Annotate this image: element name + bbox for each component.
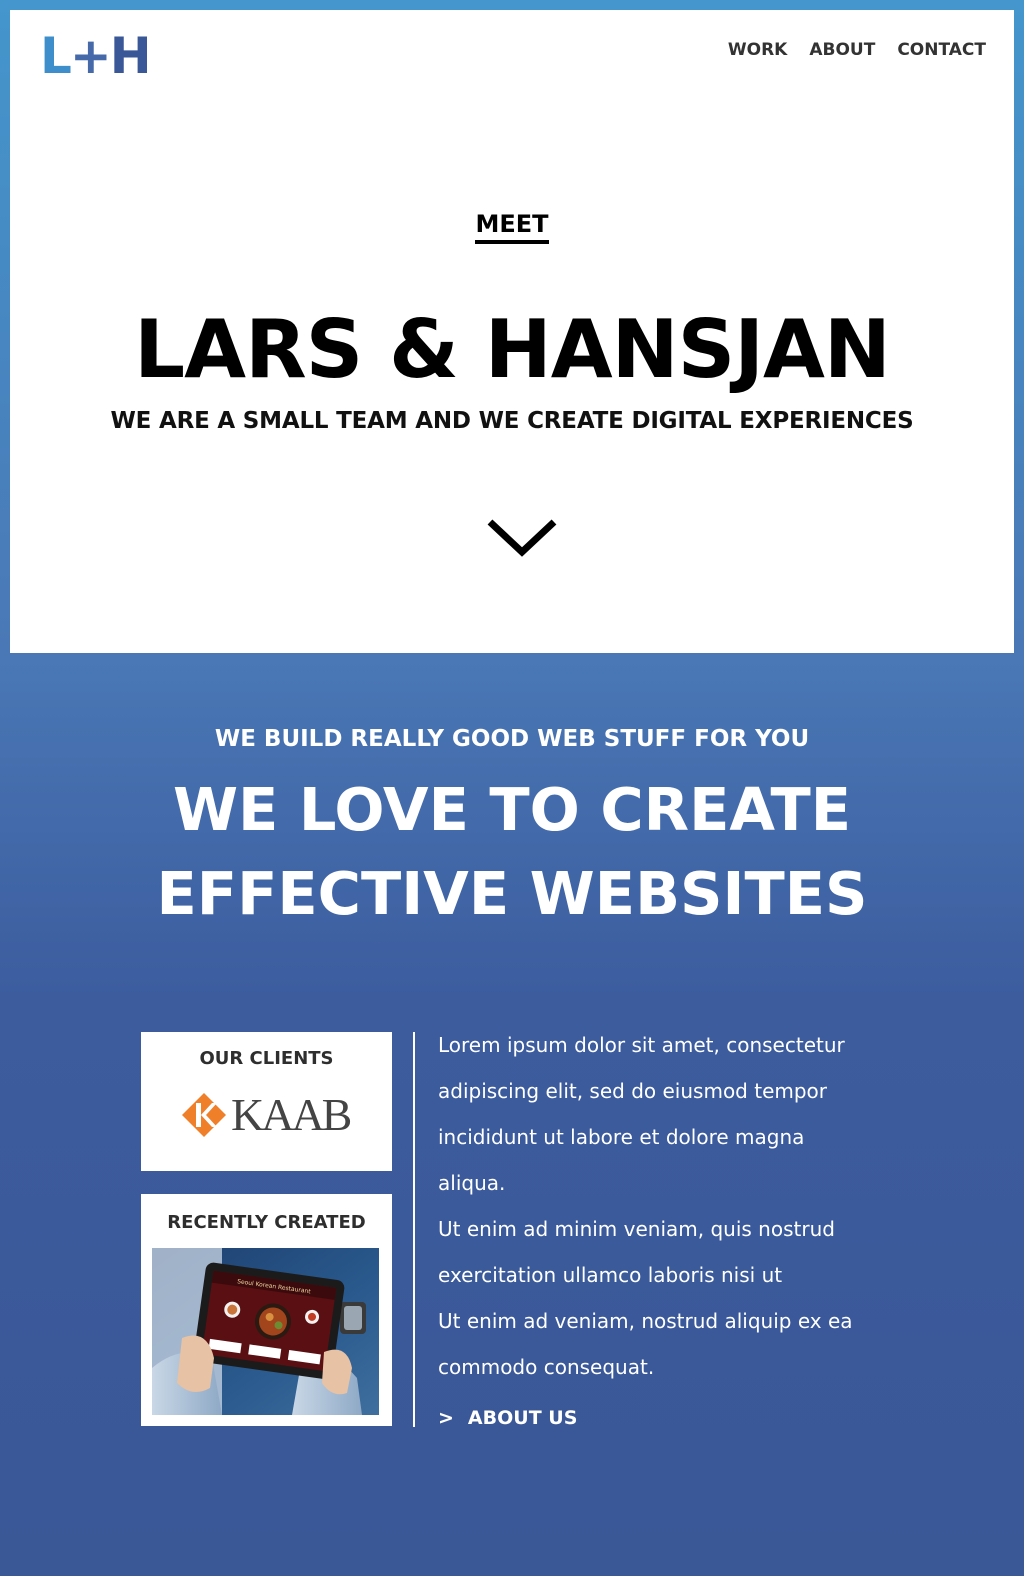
hero-kicker-wrap: MEET	[10, 210, 1014, 244]
about-paragraph-3: Ut enim ad veniam, nostrud aliquip ex ea…	[438, 1309, 853, 1379]
recent-project-image[interactable]: Seoul Korean Restaurant	[152, 1248, 379, 1415]
nav-about[interactable]: ABOUT	[809, 40, 875, 60]
hero-title: LARS & HANSJAN	[134, 303, 891, 396]
logo[interactable]: L+H	[40, 27, 152, 85]
clients-title: OUR CLIENTS	[199, 1048, 334, 1069]
content-divider	[413, 1032, 415, 1427]
chevron-down-icon[interactable]	[487, 518, 557, 558]
logo-letter-l: L	[40, 27, 72, 85]
client-logo-kaab[interactable]: KAAB	[181, 1089, 352, 1140]
kaab-wordmark: KAAB	[231, 1089, 352, 1140]
tablet-photo: Seoul Korean Restaurant	[152, 1248, 379, 1415]
recent-title: RECENTLY CREATED	[167, 1212, 366, 1233]
recent-card: RECENTLY CREATED Seoul Korean Restaurant	[141, 1194, 392, 1426]
about-text: Lorem ipsum dolor sit amet, consectetur …	[438, 1022, 878, 1390]
about-paragraph-2: Ut enim ad minim veniam, quis nostrud ex…	[438, 1217, 835, 1287]
kaab-diamond-icon	[182, 1093, 226, 1137]
about-paragraph-1: Lorem ipsum dolor sit amet, consectetur …	[438, 1033, 845, 1195]
logo-letter-h: H	[109, 27, 152, 85]
nav-contact[interactable]: CONTACT	[897, 40, 986, 60]
clients-card: OUR CLIENTS KAAB	[141, 1032, 392, 1171]
chevron-right-icon: >	[438, 1407, 454, 1429]
logo-plus: +	[69, 27, 112, 85]
hero-subtitle: WE ARE A SMALL TEAM AND WE CREATE DIGITA…	[110, 408, 914, 434]
about-us-label: ABOUT US	[467, 1407, 578, 1429]
headline-line-1: WE LOVE TO CREATE	[172, 775, 852, 844]
hero-kicker: MEET	[475, 210, 549, 244]
intro-kicker: WE BUILD REALLY GOOD WEB STUFF FOR YOU	[214, 726, 810, 752]
hero-section: L+H WORK ABOUT CONTACT MEET LARS & HANSJ…	[10, 10, 1014, 653]
main-nav: WORK ABOUT CONTACT	[728, 40, 986, 60]
intro-headline: WE LOVE TO CREATE EFFECTIVE WEBSITES	[0, 768, 1024, 936]
headline-line-2: EFFECTIVE WEBSITES	[156, 859, 868, 928]
nav-work[interactable]: WORK	[728, 40, 787, 60]
about-us-link[interactable]: > ABOUT US	[438, 1407, 577, 1429]
